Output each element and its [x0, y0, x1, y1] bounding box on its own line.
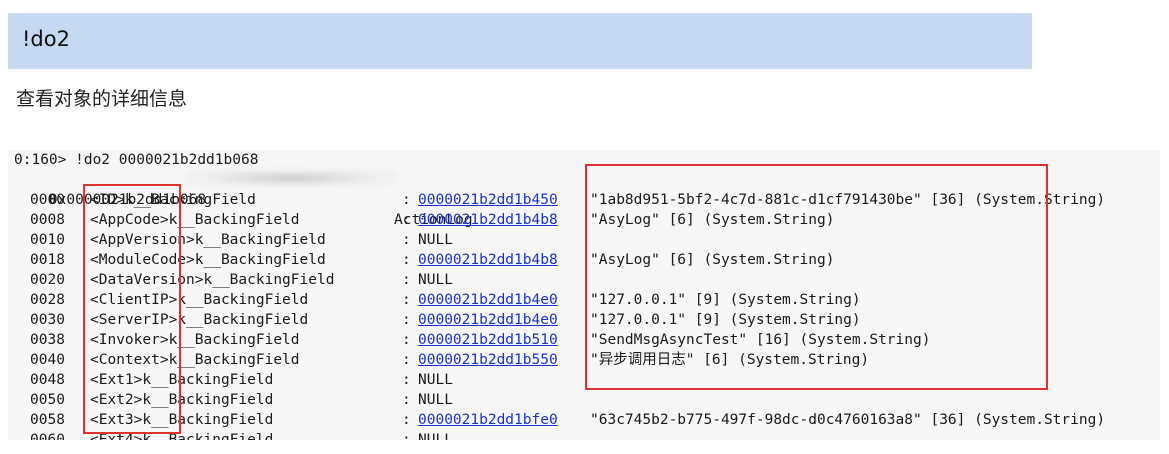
field-offset: 0018 [30, 252, 65, 268]
field-address-link[interactable]: 0000021b2dd1bfe0 [418, 410, 558, 430]
page-title: !do2 [22, 27, 70, 51]
field-separator: : [402, 412, 411, 428]
field-offset: 0020 [30, 272, 65, 288]
field-separator: : [402, 232, 411, 248]
field-separator: : [402, 312, 411, 328]
field-offset: 0030 [30, 312, 65, 328]
field-offset: 0040 [30, 352, 65, 368]
heading-bar: !do2 [8, 13, 1032, 69]
field-separator: : [402, 392, 411, 408]
field-value: NULL [418, 232, 453, 248]
field-value: NULL [418, 432, 453, 440]
field-offset: 0000 [30, 192, 65, 208]
field-value: NULL [418, 392, 453, 408]
description-text: 查看对象的详细信息 [16, 88, 188, 110]
field-address-link[interactable]: 0000021b2dd1b550 [418, 350, 558, 370]
value-highlight-box [585, 164, 1048, 390]
field-name-highlight-box [83, 184, 181, 434]
field-separator: : [402, 432, 411, 440]
field-separator: : [402, 272, 411, 288]
command-line: 0:160> !do2 0000021b2dd1b068 [14, 152, 259, 168]
field-offset: 0048 [30, 372, 65, 388]
field-offset: 0050 [30, 392, 65, 408]
field-separator: : [402, 352, 411, 368]
field-separator: : [402, 292, 411, 308]
field-address-link[interactable]: 0000021b2dd1b4b8 [418, 250, 558, 270]
field-value: "63c745b2-b775-497f-98dc-d0c4760163a8" [… [590, 412, 1106, 428]
field-address-link[interactable]: 0000021b2dd1b4b8 [418, 210, 558, 230]
field-value: NULL [418, 372, 453, 388]
field-offset: 0010 [30, 232, 65, 248]
field-address-link[interactable]: 0000021b2dd1b4e0 [418, 290, 558, 310]
field-value: NULL [418, 272, 453, 288]
field-offset: 0038 [30, 332, 65, 348]
redacted-area [186, 169, 396, 187]
field-separator: : [402, 252, 411, 268]
field-separator: : [402, 332, 411, 348]
field-offset: 0008 [30, 212, 65, 228]
field-address-link[interactable]: 0000021b2dd1b450 [418, 190, 558, 210]
field-separator: : [402, 372, 411, 388]
field-offset: 0058 [30, 412, 65, 428]
field-separator: : [402, 192, 411, 208]
field-offset: 0028 [30, 292, 65, 308]
field-address-link[interactable]: 0000021b2dd1b510 [418, 330, 558, 350]
field-offset: 0060 [30, 432, 65, 440]
field-address-link[interactable]: 0000021b2dd1b4e0 [418, 310, 558, 330]
field-separator: : [402, 212, 411, 228]
